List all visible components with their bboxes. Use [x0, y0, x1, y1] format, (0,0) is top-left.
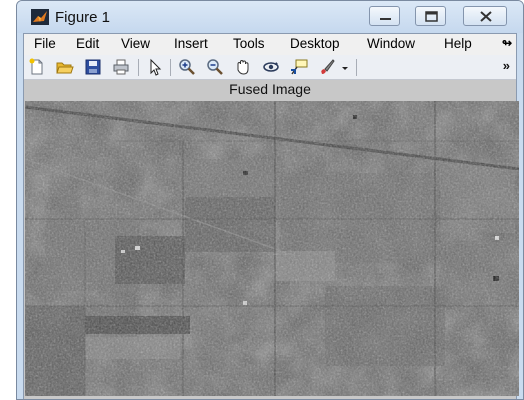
menu-overflow-chevron-icon[interactable]: ↬ [502, 36, 512, 50]
menu-help[interactable]: Help [444, 36, 472, 51]
figure-toolbar: » [24, 55, 516, 80]
toolbar-separator [170, 59, 171, 76]
axes-title: Fused Image [229, 81, 311, 97]
minimize-button[interactable] [369, 6, 400, 26]
close-icon [480, 11, 492, 22]
fused-image[interactable] [25, 101, 519, 396]
close-button[interactable] [463, 6, 507, 26]
menu-view[interactable]: View [121, 36, 150, 51]
data-cursor-icon[interactable] [290, 58, 308, 76]
menu-desktop[interactable]: Desktop [290, 36, 340, 51]
fused-satellite-image [25, 101, 519, 396]
menu-window[interactable]: Window [367, 36, 415, 51]
maximize-button[interactable] [415, 6, 446, 26]
toolbar-overflow-icon[interactable]: » [503, 58, 510, 73]
save-icon[interactable] [84, 58, 102, 76]
new-figure-icon[interactable] [28, 58, 46, 76]
toolbar-separator [356, 59, 357, 76]
figure-canvas: Fused Image [24, 80, 519, 399]
open-file-icon[interactable] [56, 58, 74, 76]
menu-edit[interactable]: Edit [76, 36, 99, 51]
print-icon[interactable] [112, 58, 130, 76]
zoom-out-icon[interactable] [206, 58, 224, 76]
matlab-logo-icon [31, 9, 49, 25]
maximize-icon [425, 11, 438, 22]
menu-tools[interactable]: Tools [233, 36, 265, 51]
zoom-in-icon[interactable] [178, 58, 196, 76]
figure-window: Figure 1 File Edit View Insert Tools Des… [16, 0, 524, 400]
pan-hand-icon[interactable] [234, 58, 252, 76]
window-title: Figure 1 [55, 9, 111, 26]
rotate-3d-icon[interactable] [262, 58, 280, 76]
menu-bar: File Edit View Insert Tools Desktop Wind… [24, 34, 516, 54]
brush-icon[interactable] [318, 58, 336, 76]
minimize-icon [380, 18, 391, 20]
dropdown-arrow-icon[interactable] [340, 58, 350, 76]
figure-client-area: File Edit View Insert Tools Desktop Wind… [23, 33, 519, 399]
pointer-icon[interactable] [146, 58, 164, 76]
menu-insert[interactable]: Insert [174, 36, 208, 51]
menu-file[interactable]: File [34, 36, 56, 51]
toolbar-separator [138, 59, 139, 76]
title-bar[interactable]: Figure 1 [17, 1, 523, 33]
